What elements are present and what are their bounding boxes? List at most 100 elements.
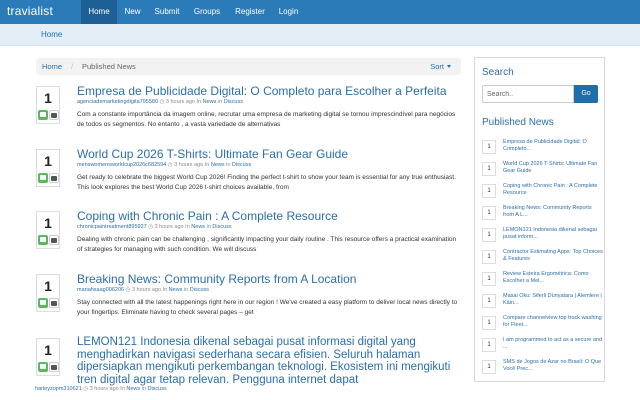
post-meta: harleyzopm310621 ◷ 3 hours ago In News i… [35,386,167,392]
nav-groups[interactable]: Groups [186,0,228,24]
vote-down-button[interactable] [49,298,59,308]
post-item: 1 LEMON121 Indonesia dikenal sebagai pus… [35,336,461,400]
post-item: 1 Coping with Chronic Pain : A Complete … [36,209,461,259]
sort-dropdown[interactable]: Sort [430,62,451,71]
breadcrumb-home-link[interactable]: Home [42,62,62,71]
thumbs-down-icon [51,301,57,306]
vote-box: 1 [36,211,60,249]
list-item-link[interactable]: LEMON121 Indonesia dikenal sebagai pusat… [503,227,603,241]
post-description: Get ready to celebrate the biggest World… [77,174,456,191]
list-item-link[interactable]: I am programmed to act as a secure and .… [503,337,603,351]
list-item-link[interactable]: Masai Oku: Siferli Dünyatara | Alemlere … [503,293,603,307]
list-item-count: 1 [482,250,496,264]
search-go-button[interactable]: Go [574,85,598,103]
top-navbar: travialist Home New Submit Groups Regist… [0,0,640,24]
post-item: 1 Empresa de Publicidade Digital: O Comp… [36,84,461,134]
post-title-link[interactable]: Breaking News: Community Reports from A … [77,272,461,286]
list-item-link[interactable]: Empresa de Publicidade Digital: O Comple… [503,139,603,153]
post-meta: agenciademarketingdigita795580 ◷ 3 hours… [77,99,243,105]
vote-up-button[interactable] [38,298,48,308]
list-item-count: 1 [482,338,496,352]
post-meta-in: In [120,386,125,392]
nav-home[interactable]: Home [81,0,117,24]
list-item[interactable]: 1 Breaking News: Community Reports from … [482,204,602,226]
post-description: Dealing with chronic pain can be challen… [77,236,457,253]
post-meta-in: in [226,162,231,168]
caret-down-icon [447,65,451,68]
post-author-link[interactable]: mariahsaag006206 [77,287,124,293]
vote-down-button[interactable] [49,173,59,183]
post-author-link[interactable]: harleyzopm310621 [35,386,82,392]
vote-up-button[interactable] [38,173,48,183]
post-category-link[interactable]: News [169,287,183,293]
list-item[interactable]: 1 Review Esteira Ergométrica: Como Escol… [482,270,602,292]
search-input[interactable] [482,85,574,103]
list-item[interactable]: 1 World Cup 2026 T-Shirts: Ultimate Fan … [482,160,602,182]
list-item[interactable]: 1 Coping with Chronic Pain : A Complete … [482,182,602,204]
nav-new[interactable]: New [117,0,148,24]
post-category-link[interactable]: News [126,386,140,392]
vote-down-button[interactable] [49,110,59,120]
breadcrumb-current: Published News [82,62,136,71]
post-discuss-link[interactable]: Discuss [212,224,231,230]
vote-up-button[interactable] [38,110,48,120]
list-item-link[interactable]: SMS de Jogos de Azar no Brasil: O Que Vo… [503,359,603,373]
list-item-link[interactable]: World Cup 2026 T-Shirts: Ultimate Fan Ge… [503,161,603,175]
post-title-link[interactable]: LEMON121 Indonesia dikenal sebagai pusat… [77,336,461,386]
post-title-link[interactable]: Empresa de Publicidade Digital: O Comple… [77,84,461,98]
list-item-link[interactable]: Contractor Estimating Apps: Top Choices … [503,249,603,263]
post-category-link[interactable]: News [211,162,225,168]
post-age: 3 hours ago [165,99,195,105]
list-item-count: 1 [482,360,496,374]
nav-login[interactable]: Login [272,0,305,24]
thumbs-up-icon [40,364,46,369]
post-meta-in: In [185,224,190,230]
post-discuss-link[interactable]: Discuss [190,287,209,293]
list-item-link[interactable]: Compare channelview top truck washing fo… [503,315,603,329]
vote-count: 1 [44,215,52,231]
list-item-link[interactable]: Breaking News: Community Reports from A … [503,205,603,219]
sidebar: Search Go Published News 1 Empresa de Pu… [474,57,605,382]
list-item[interactable]: 1 LEMON121 Indonesia dikenal sebagai pus… [482,226,602,248]
vote-down-button[interactable] [49,235,59,245]
vote-count: 1 [44,342,52,358]
post-author-link[interactable]: chronicpaintreatment895927 [77,224,147,230]
list-item[interactable]: 1 I am programmed to act as a secure and… [482,336,602,358]
thumbs-up-icon [40,175,46,180]
list-item[interactable]: 1 Empresa de Publicidade Digital: O Comp… [482,138,602,160]
list-item[interactable]: 1 Masai Oku: Siferli Dünyatara | Alemler… [482,292,602,314]
post-description: Com a constante importância da imagem on… [77,111,456,128]
thumbs-down-icon [51,238,57,243]
post-description: Stay connected with all the latest happe… [77,299,458,316]
nav-submit[interactable]: Submit [148,0,186,24]
vote-up-button[interactable] [38,235,48,245]
vote-down-button[interactable] [49,362,59,372]
post-meta-in: In [162,287,168,293]
thumbs-down-icon [51,176,57,181]
post-discuss-link[interactable]: Discuss [224,99,243,105]
post-category-link[interactable]: News [203,99,217,105]
list-item[interactable]: 1 SMS de Jogos de Azar no Brasil: O Que … [482,358,602,380]
list-item-link[interactable]: Coping with Chronic Pain : A Complete Re… [503,183,603,197]
list-item-link[interactable]: Review Esteira Ergométrica: Como Escolhe… [503,271,603,285]
post-author-link[interactable]: agenciademarketingdigita795580 [77,99,158,105]
subnav-home-link[interactable]: Home [41,30,62,39]
brand-logo[interactable]: travialist [7,4,53,18]
list-item[interactable]: 1 Compare channelview top truck washing … [482,314,602,336]
vote-count: 1 [44,278,52,294]
vote-up-button[interactable] [38,362,48,372]
thumbs-up-icon [40,237,46,242]
post-discuss-link[interactable]: Discuss [147,386,166,392]
post-discuss-link[interactable]: Discuss [232,162,251,168]
list-item[interactable]: 1 Contractor Estimating Apps: Top Choice… [482,248,603,270]
post-item: 1 World Cup 2026 T-Shirts: Ultimate Fan … [36,147,461,197]
sub-navbar: Home [0,24,640,46]
post-author-link[interactable]: menswomensworldcup2026c682594 [77,162,166,168]
post-title-link[interactable]: Coping with Chronic Pain : A Complete Re… [77,209,461,223]
post-category-link[interactable]: News [191,224,205,230]
nav-register[interactable]: Register [228,0,272,24]
post-meta: chronicpaintreatment895927 ◷ 3 hours ago… [77,224,232,230]
post-age: 3 hours ago [154,224,184,230]
search-title: Search [482,67,514,78]
post-title-link[interactable]: World Cup 2026 T-Shirts: Ultimate Fan Ge… [77,147,461,161]
